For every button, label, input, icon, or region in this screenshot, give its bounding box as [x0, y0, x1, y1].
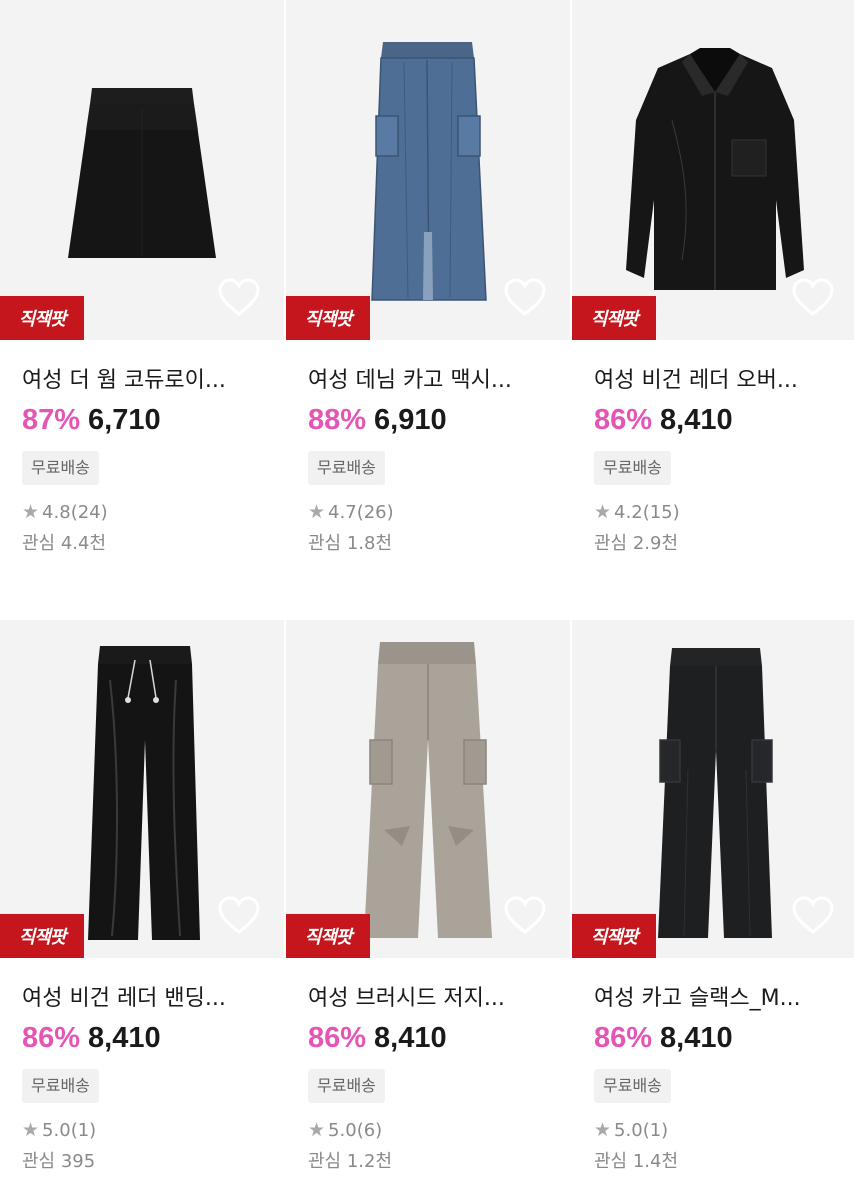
- sale-price: 6,910: [374, 404, 447, 436]
- product-card[interactable]: 직잭팟 여성 데님 카고 맥시... 88% 6,910 무료배송 ★ 4.7(…: [286, 0, 570, 612]
- product-card[interactable]: 직잭팟 여성 비건 레더 밴딩... 86% 8,410 무료배송 ★ 5.0(…: [0, 612, 284, 1200]
- product-card[interactable]: 직잭팟 여성 브러시드 저지... 86% 8,410 무료배송 ★ 5.0 (6…: [286, 612, 570, 1200]
- product-title[interactable]: 여성 데님 카고 맥시...: [308, 366, 570, 396]
- heart-icon[interactable]: [792, 896, 834, 936]
- rating: ★ 4.2 (15): [594, 501, 854, 523]
- free-shipping-tag: 무료배송: [308, 1069, 385, 1103]
- review-count: (15): [642, 501, 680, 523]
- rating-value: 4.8: [42, 501, 71, 523]
- review-count: (6): [356, 1119, 383, 1141]
- product-image[interactable]: 직잭팟: [286, 0, 570, 340]
- free-shipping-tag: 무료배송: [594, 1069, 671, 1103]
- product-title[interactable]: 여성 브러시드 저지...: [308, 984, 570, 1014]
- heart-icon[interactable]: [218, 896, 260, 936]
- review-count: (1): [70, 1119, 97, 1141]
- rating: ★ 5.0 (1): [22, 1119, 284, 1141]
- heart-icon[interactable]: [792, 278, 834, 318]
- sale-price: 8,410: [660, 404, 733, 436]
- review-count: (24): [70, 501, 108, 523]
- heart-icon[interactable]: [504, 278, 546, 318]
- free-shipping-tag: 무료배송: [308, 451, 385, 485]
- sale-price: 6,710: [88, 404, 161, 436]
- rating: ★ 5.0 (1): [594, 1119, 854, 1141]
- rating-value: 5.0: [328, 1119, 357, 1141]
- product-title[interactable]: 여성 더 웜 코듀로이...: [22, 366, 284, 396]
- discount-rate: 88%: [308, 404, 367, 436]
- product-image[interactable]: 직잭팟: [286, 620, 570, 958]
- rating: ★ 5.0 (6): [308, 1119, 570, 1141]
- heart-icon[interactable]: [218, 278, 260, 318]
- star-icon: ★: [308, 501, 326, 523]
- product-image[interactable]: 직잭팟: [0, 620, 284, 958]
- product-title[interactable]: 여성 비건 레더 오버...: [594, 366, 854, 396]
- jackpot-badge: 직잭팟: [286, 296, 370, 340]
- discount-rate: 87%: [22, 404, 81, 436]
- sale-price: 8,410: [374, 1022, 447, 1054]
- star-icon: ★: [22, 501, 40, 523]
- likes-count: 관심 4.4천: [22, 533, 107, 554]
- likes-count: 관심 395: [22, 1151, 96, 1172]
- discount-rate: 86%: [594, 1022, 653, 1054]
- heart-icon[interactable]: [504, 896, 546, 936]
- jackpot-badge: 직잭팟: [0, 296, 84, 340]
- rating-value: 5.0: [42, 1119, 71, 1141]
- discount-rate: 86%: [594, 404, 653, 436]
- jackpot-badge: 직잭팟: [0, 914, 84, 958]
- product-card[interactable]: 직잭팟 여성 비건 레더 오버... 86% 8,410 무료배송 ★ 4.2(…: [572, 0, 854, 612]
- review-count: (26): [356, 501, 394, 523]
- product-image[interactable]: 직잭팟: [0, 0, 284, 340]
- jackpot-badge: 직잭팟: [286, 914, 370, 958]
- product-image[interactable]: 직잭팟: [572, 0, 854, 340]
- rating-value: 5.0: [614, 1119, 643, 1141]
- star-icon: ★: [308, 1119, 326, 1141]
- rating: ★ 4.7 (26): [308, 501, 570, 523]
- product-grid: 직잭팟 여성 더 웜 코듀로이... 87% 6,710 무료배송 ★ 4.8(…: [0, 0, 854, 1200]
- product-image[interactable]: 직잭팟: [572, 620, 854, 958]
- rating-value: 4.7: [328, 501, 357, 523]
- star-icon: ★: [22, 1119, 40, 1141]
- jackpot-badge: 직잭팟: [572, 914, 656, 958]
- free-shipping-tag: 무료배송: [594, 451, 671, 485]
- product-card[interactable]: 직잭팟 여성 더 웜 코듀로이... 87% 6,710 무료배송 ★ 4.8(…: [0, 0, 284, 612]
- product-card[interactable]: 직잭팟 여성 카고 슬랙스_M... 86% 8,410 무료배송 ★ 5.0(…: [572, 612, 854, 1200]
- product-title[interactable]: 여성 비건 레더 밴딩...: [22, 984, 284, 1014]
- likes-count: 관심 2.9천: [594, 533, 679, 554]
- product-title[interactable]: 여성 카고 슬랙스_M...: [594, 984, 854, 1014]
- likes-count: 관심 1.2천: [308, 1151, 393, 1172]
- free-shipping-tag: 무료배송: [22, 451, 99, 485]
- sale-price: 8,410: [660, 1022, 733, 1054]
- free-shipping-tag: 무료배송: [22, 1069, 99, 1103]
- jackpot-badge: 직잭팟: [572, 296, 656, 340]
- review-count: (1): [642, 1119, 669, 1141]
- star-icon: ★: [594, 1119, 612, 1141]
- discount-rate: 86%: [22, 1022, 81, 1054]
- likes-count: 관심 1.8천: [308, 533, 393, 554]
- discount-rate: 86%: [308, 1022, 367, 1054]
- rating-value: 4.2: [614, 501, 643, 523]
- likes-count: 관심 1.4천: [594, 1151, 679, 1172]
- star-icon: ★: [594, 501, 612, 523]
- rating: ★ 4.8 (24): [22, 501, 284, 523]
- sale-price: 8,410: [88, 1022, 161, 1054]
